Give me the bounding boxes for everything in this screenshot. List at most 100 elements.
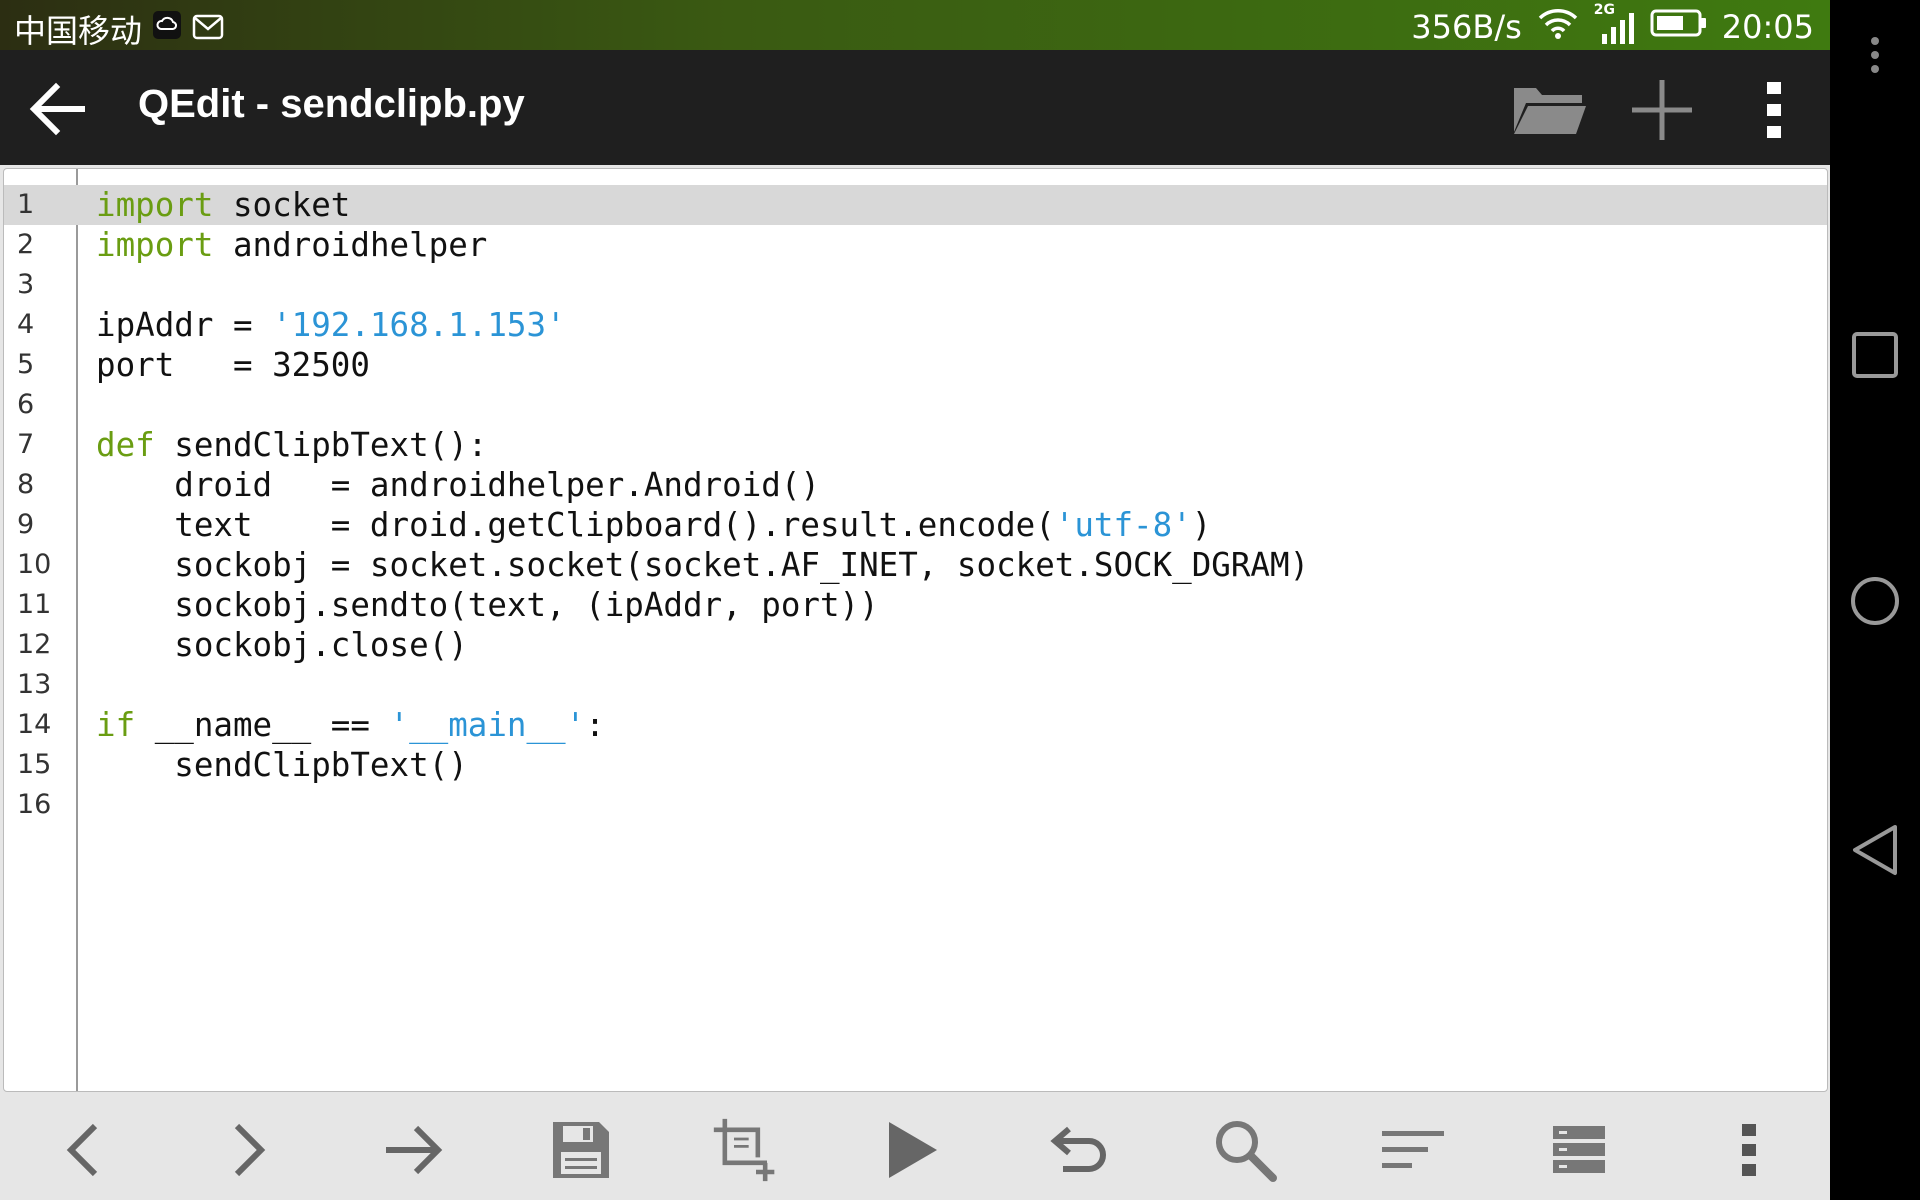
line-number: 1 [17,189,35,220]
code-line[interactable]: 1 import socket [4,185,1827,225]
clock: 20:05 [1721,8,1814,46]
status-bar-right: 356B/s 2G 20:05 [1411,2,1814,48]
code-text: sockobj = socket.socket(socket.AF_INET, … [96,545,1309,585]
code-text: sendClipbText() [96,745,468,785]
line-number: 8 [17,469,35,500]
carrier-name: 中国移动 [14,12,143,50]
system-nav-bar [1830,0,1920,1200]
code-line[interactable]: 9 text = droid.getClipboard().result.enc… [4,505,1827,545]
code-token: sockobj.sendto(text, (ipAddr, port)) [96,586,879,624]
line-number: 7 [17,429,35,460]
code-line[interactable]: 13 [4,665,1827,705]
code-text: sockobj.close() [96,625,468,665]
app-bar: QEdit - sendclipb.py [0,50,1830,165]
qedit-app: 中国移动 356B/s 2G 20:05 QEdit - sendclipb.p… [0,0,1830,1200]
line-number: 6 [17,389,35,420]
overflow-menu-icon[interactable] [1716,1117,1782,1183]
page-title: QEdit - sendclipb.py [138,82,525,126]
code-line[interactable]: 7 def sendClipbText(): [4,425,1827,465]
line-number: 9 [17,509,35,540]
line-number: 5 [17,349,35,380]
back-arrow-icon[interactable] [26,78,88,140]
code-text: text = droid.getClipboard().result.encod… [96,505,1211,545]
code-token: : [585,706,605,744]
line-number: 4 [17,309,35,340]
mail-notification-icon [192,10,224,48]
code-token: ipAddr = [96,306,273,344]
code-line[interactable]: 2 import androidhelper [4,225,1827,265]
line-number: 13 [17,669,52,700]
code-editor[interactable]: 1 import socket 2 import androidhelper 3 4 ipA… [3,168,1828,1092]
keyword-token: import [96,226,214,264]
code-token: __name__ == [135,706,390,744]
code-text: def sendClipbText(): [96,425,487,465]
code-line[interactable]: 5 port = 32500 [4,345,1827,385]
code-text: ipAddr = '192.168.1.153' [96,305,566,345]
code-token: sockobj = socket.socket(socket.AF_INET, … [96,546,1310,584]
crop-add-icon[interactable] [712,1117,778,1183]
code-line[interactable]: 3 [4,265,1827,305]
chevron-right-icon[interactable] [216,1117,282,1183]
code-line[interactable]: 10 sockobj = socket.socket(socket.AF_INE… [4,545,1827,585]
battery-icon [1650,8,1708,46]
line-number: 12 [17,629,52,660]
code-token: socket [213,186,351,224]
bottom-toolbar [0,1095,1830,1200]
chevron-left-icon[interactable] [50,1117,116,1183]
code-line[interactable]: 8 droid = androidhelper.Android() [4,465,1827,505]
code-text: import androidhelper [96,225,487,265]
code-text: droid = androidhelper.Android() [96,465,820,505]
code-token: androidhelper [213,226,488,264]
overflow-menu-icon[interactable] [1734,70,1814,150]
search-icon[interactable] [1212,1117,1278,1183]
code-text: if __name__ == '__main__': [96,705,605,745]
arrow-right-icon[interactable] [381,1117,447,1183]
format-align-icon[interactable] [1380,1117,1446,1183]
menu-dots-icon[interactable] [1844,24,1906,86]
save-icon[interactable] [548,1117,614,1183]
code-line[interactable]: 14 if __name__ == '__main__': [4,705,1827,745]
cloud-notification-icon [152,10,182,48]
code-token: text = droid.getClipboard().result.encod… [96,506,1055,544]
string-token: '__main__' [389,706,586,744]
run-icon[interactable] [880,1117,946,1183]
code-line[interactable]: 12 sockobj.close() [4,625,1827,665]
wifi-icon [1536,6,1580,48]
cellular-signal-icon: 2G [1594,2,1636,46]
status-bar-left: 中国移动 [14,6,224,52]
undo-icon[interactable] [1046,1117,1112,1183]
line-number: 11 [17,589,52,620]
keyword-token: import [96,186,214,224]
net-speed: 356B/s [1411,8,1522,46]
recents-square-icon[interactable] [1844,324,1906,386]
string-token: '192.168.1.153' [272,306,566,344]
code-token: sendClipbText() [96,746,468,784]
list-view-icon[interactable] [1546,1117,1612,1183]
code-token: port = 32500 [96,346,370,384]
keyword-token: def [96,426,155,464]
line-number: 16 [17,789,52,820]
plus-icon[interactable] [1622,70,1702,150]
code-line[interactable]: 6 [4,385,1827,425]
code-token: ) [1191,506,1212,544]
code-line[interactable]: 16 [4,785,1827,825]
line-number: 14 [17,709,52,740]
code-line[interactable]: 11 sockobj.sendto(text, (ipAddr, port)) [4,585,1827,625]
line-number: 3 [17,269,35,300]
code-token: sendClipbText(): [154,426,488,464]
code-line[interactable]: 15 sendClipbText() [4,745,1827,785]
keyword-token: if [96,706,136,744]
code-text: sockobj.sendto(text, (ipAddr, port)) [96,585,879,625]
back-triangle-icon[interactable] [1844,819,1906,881]
code-line[interactable]: 4 ipAddr = '192.168.1.153' [4,305,1827,345]
code-token: droid = androidhelper.Android() [96,466,820,504]
string-token: 'utf-8' [1054,506,1192,544]
code-text: import socket [96,185,350,225]
line-number: 10 [17,549,52,580]
line-number: 15 [17,749,52,780]
line-number: 2 [17,229,35,260]
status-bar: 中国移动 356B/s 2G 20:05 [0,0,1830,50]
home-circle-icon[interactable] [1844,570,1906,632]
folder-open-icon[interactable] [1510,70,1590,150]
code-token: sockobj.close() [96,626,468,664]
